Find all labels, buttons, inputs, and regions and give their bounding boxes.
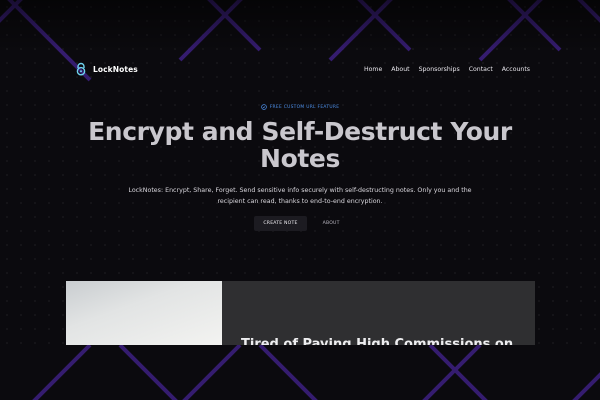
hero-section: FREE CUSTOM URL FEATURE Encrypt and Self… — [0, 104, 600, 231]
nav-about[interactable]: About — [391, 66, 409, 73]
bottom-band — [0, 345, 600, 400]
hero-title: Encrypt and Self-Destruct Your Notes — [88, 117, 512, 173]
logo-text: LockNotes — [93, 64, 138, 74]
hero-subtitle: LockNotes: Encrypt, Share, Forget. Send … — [128, 187, 472, 205]
hero-actions: CREATE NOTE ABOUT — [254, 216, 345, 231]
nav-accounts[interactable]: Accounts — [502, 66, 530, 73]
feature-badge[interactable]: FREE CUSTOM URL FEATURE — [260, 104, 340, 110]
nav-sponsorships[interactable]: Sponsorships — [419, 66, 460, 73]
feature-badge-label: FREE CUSTOM URL FEATURE — [269, 104, 340, 110]
promo-image — [66, 281, 222, 345]
logo[interactable]: LockNotes — [74, 62, 138, 76]
main-nav: Home About Sponsorships Contact Accounts — [364, 66, 530, 73]
promo-heading: Tired of Paying High Commissions on — [241, 337, 514, 345]
lock-logo-icon — [74, 62, 88, 76]
nav-home[interactable]: Home — [364, 66, 382, 73]
site-header: LockNotes Home About Sponsorships Contac… — [0, 52, 600, 86]
shield-check-icon — [260, 104, 267, 110]
about-button[interactable]: ABOUT — [317, 216, 346, 231]
create-note-button[interactable]: CREATE NOTE — [254, 216, 307, 231]
promo-card: Tired of Paying High Commissions on — [66, 281, 535, 345]
top-shadow — [0, 0, 600, 52]
nav-contact[interactable]: Contact — [469, 66, 493, 73]
